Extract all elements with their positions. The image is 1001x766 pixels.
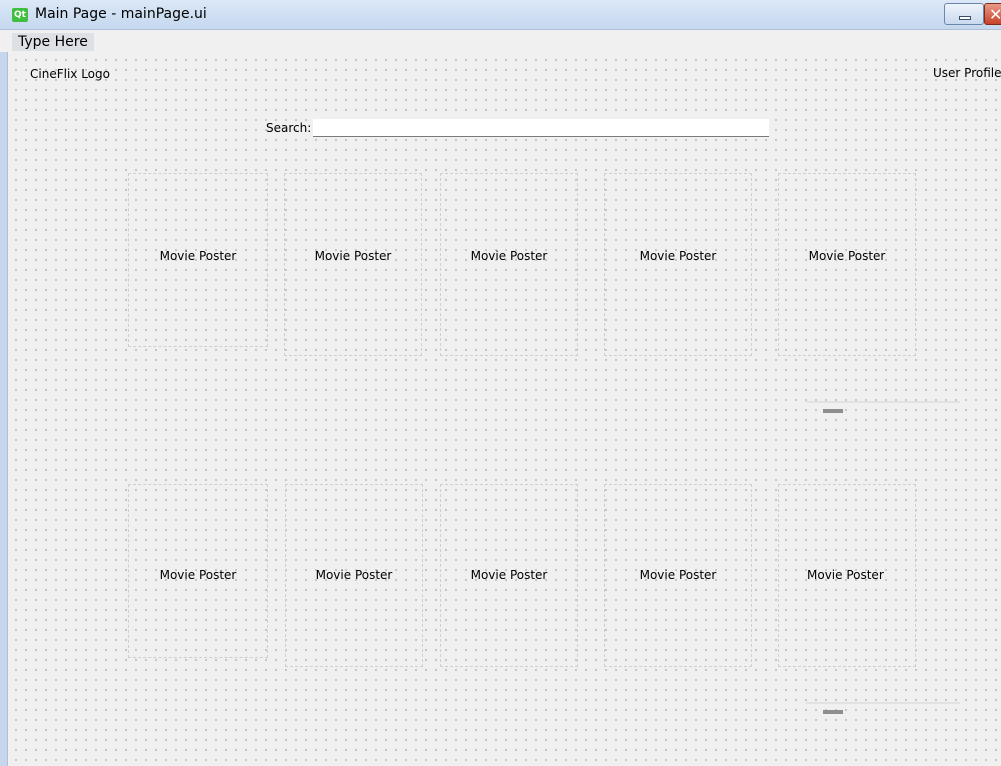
movie-poster[interactable]: Movie Poster	[604, 173, 752, 356]
movie-poster[interactable]: Movie Poster	[604, 484, 752, 667]
movie-poster[interactable]: Movie Poster	[128, 484, 268, 658]
movie-poster-label: Movie Poster	[808, 249, 886, 263]
movie-poster-label: Movie Poster	[470, 568, 548, 582]
close-button[interactable]: ✕	[984, 3, 1001, 25]
movie-poster[interactable]: Movie Poster	[285, 484, 423, 667]
title-bar: Qt Main Page - mainPage.ui ✕	[0, 0, 1001, 30]
movie-poster-label: Movie Poster	[159, 249, 237, 263]
movie-poster-label: Movie Poster	[315, 568, 393, 582]
cineflix-logo-label: CineFlix Logo	[30, 67, 110, 81]
scroll-track	[806, 702, 960, 704]
minimize-icon	[959, 16, 971, 20]
movie-poster-label: Movie Poster	[639, 568, 717, 582]
search-label: Search:	[266, 121, 312, 135]
movie-poster[interactable]: Movie Poster	[128, 173, 268, 347]
scroll-track	[806, 401, 960, 403]
movie-poster[interactable]: Movie Poster	[440, 173, 578, 356]
window-title: Main Page - mainPage.ui	[35, 6, 207, 22]
slider-handle-icon[interactable]	[823, 409, 843, 413]
movie-poster-label: Movie Poster	[159, 568, 237, 582]
slider-handle-icon[interactable]	[823, 710, 843, 714]
movie-poster-label: Movie Poster	[314, 249, 392, 263]
movie-poster-label: Movie Poster	[807, 568, 884, 582]
search-input[interactable]	[313, 119, 769, 137]
menu-item-type-here[interactable]: Type Here	[12, 33, 94, 51]
form-left-edge	[0, 52, 8, 766]
minimize-button[interactable]	[944, 3, 984, 25]
movie-poster[interactable]: Movie Poster	[778, 173, 916, 356]
movie-poster[interactable]: Movie Poster	[778, 484, 916, 667]
menu-bar: Type Here	[8, 31, 1001, 52]
user-profile-label[interactable]: User Profile	[933, 66, 1001, 80]
movie-poster-label: Movie Poster	[639, 249, 717, 263]
qt-logo-icon: Qt	[12, 8, 28, 22]
close-icon: ✕	[989, 5, 1001, 24]
movie-poster[interactable]: Movie Poster	[440, 484, 578, 667]
movie-poster[interactable]: Movie Poster	[284, 173, 422, 356]
movie-poster-label: Movie Poster	[470, 249, 548, 263]
